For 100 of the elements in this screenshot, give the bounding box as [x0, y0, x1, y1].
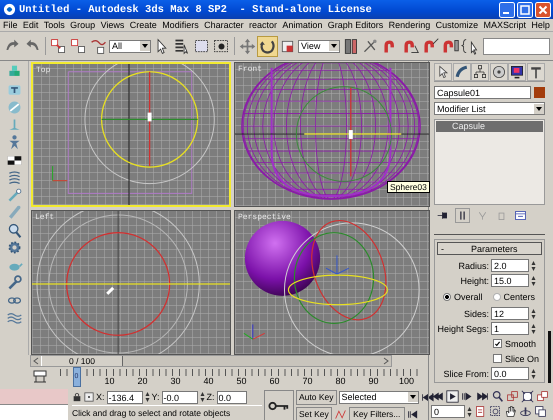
parameter-field[interactable]: 1	[491, 322, 529, 335]
key-time-icon[interactable]	[474, 405, 487, 418]
go-to-end-icon[interactable]	[476, 390, 489, 403]
menu-item[interactable]: Rendering	[388, 20, 430, 30]
link-icon[interactable]	[49, 36, 68, 56]
minimize-icon[interactable]	[499, 2, 515, 18]
parameter-field[interactable]: 12	[491, 307, 529, 320]
coordinate-field[interactable]: -0.0	[162, 390, 198, 404]
checkbox[interactable]	[493, 354, 502, 363]
script-listener-field[interactable]	[0, 389, 68, 405]
named-selection-field[interactable]	[483, 38, 550, 54]
spinner-icon[interactable]	[531, 368, 536, 380]
menu-item[interactable]: File	[3, 20, 18, 30]
frame-number: 20	[136, 375, 148, 388]
dropdown-arrow-icon[interactable]	[408, 392, 418, 402]
key-icon	[268, 400, 290, 410]
spinner-icon[interactable]	[531, 322, 536, 334]
menu-item[interactable]: reactor	[248, 20, 277, 30]
zoom-extents-icon[interactable]	[521, 390, 534, 403]
object-name-field[interactable]: Capsule01	[434, 86, 531, 99]
wand-icon[interactable]	[6, 186, 22, 204]
rotate-icon[interactable]	[258, 36, 277, 56]
pause-icon[interactable]	[455, 208, 470, 223]
coordinate-field[interactable]: -136.4	[106, 390, 143, 404]
menu-item[interactable]: Character	[204, 20, 244, 30]
radio-button[interactable]	[443, 293, 451, 301]
parameter-field[interactable]: 15.0	[491, 274, 529, 287]
menu-item[interactable]: Views	[100, 20, 124, 30]
zoom-extents-all-icon[interactable]	[536, 390, 549, 403]
coordinate-field[interactable]: 0.0	[216, 390, 247, 404]
parameter-label: Sides:	[462, 308, 489, 318]
auto-key-button[interactable]: Auto Key	[296, 390, 336, 404]
script-output-field[interactable]	[0, 405, 68, 420]
wheel-icon[interactable]	[490, 63, 508, 81]
key-curve-icon[interactable]	[334, 408, 347, 420]
modifier-list-dropdown[interactable]: Modifier List	[434, 102, 545, 115]
menu-item[interactable]: Create	[130, 20, 157, 30]
hammer-icon[interactable]	[526, 63, 545, 81]
monitor-icon[interactable]	[508, 63, 526, 81]
dropdown-arrow-icon[interactable]	[140, 41, 150, 51]
previous-key-icon[interactable]	[431, 390, 444, 403]
selection-filter-dropdown[interactable]: All	[109, 40, 151, 52]
radio-button[interactable]	[492, 293, 501, 301]
track-view-icon[interactable]	[32, 370, 48, 384]
zoom-icon[interactable]	[491, 390, 504, 403]
menu-item[interactable]: Edit	[22, 20, 38, 30]
checkbox-label: Smooth	[505, 338, 536, 348]
absolute-mode-icon[interactable]	[84, 392, 94, 402]
frame-number: 70	[301, 375, 314, 388]
maximize-icon[interactable]	[517, 2, 533, 18]
orbit-icon[interactable]	[519, 405, 532, 418]
unlink-icon[interactable]	[69, 36, 88, 56]
stack-item[interactable]: Capsule	[436, 121, 543, 132]
menu-item[interactable]: Help	[531, 20, 550, 30]
reference-coordinate-dropdown[interactable]: View	[298, 40, 340, 52]
object-color-swatch[interactable]	[534, 87, 545, 98]
wrench-icon[interactable]	[6, 274, 22, 291]
maximize-icon[interactable]	[534, 405, 547, 418]
key-mode-dropdown[interactable]: Selected	[338, 390, 418, 404]
scrollbar[interactable]	[548, 331, 551, 383]
time-slider-thumb[interactable]: 0 / 100	[41, 356, 123, 366]
move-icon[interactable]	[238, 36, 257, 56]
hierarchy-icon[interactable]	[471, 63, 490, 81]
parameter-field[interactable]: 0.0	[491, 367, 529, 380]
named-selection-icon[interactable]	[461, 36, 480, 56]
key-filters-button[interactable]: Key Filters...	[348, 406, 405, 420]
parameter-field[interactable]: 2.0	[491, 259, 529, 272]
key-button[interactable]	[264, 390, 294, 420]
checkbox[interactable]	[493, 339, 502, 348]
menu-item[interactable]: Animation	[282, 20, 322, 30]
set-key-button[interactable]: Set Key	[296, 406, 332, 420]
configure-icon[interactable]	[514, 209, 527, 222]
menu-item[interactable]: MAXScript	[483, 20, 526, 30]
region-zoom-icon[interactable]	[489, 405, 502, 418]
lock-icon[interactable]	[72, 392, 82, 402]
menu-item[interactable]: Group	[70, 20, 96, 30]
spinner-icon[interactable]	[531, 308, 536, 320]
menu-item[interactable]: Modifiers	[162, 20, 199, 30]
spinner-icon[interactable]	[531, 260, 536, 272]
frame-field[interactable]: 0	[431, 405, 465, 418]
zoom-all-icon[interactable]	[506, 390, 519, 403]
play-icon[interactable]	[446, 390, 459, 403]
gear-icon[interactable]	[6, 239, 22, 256]
frame-number: 60	[268, 375, 280, 388]
axis-label: Z:	[206, 392, 215, 402]
spinner-icon[interactable]	[531, 274, 536, 286]
time-slider[interactable]: 0 / 100	[30, 355, 392, 367]
frame-number: 30	[169, 375, 182, 388]
next-frame-icon[interactable]	[461, 390, 474, 403]
bent-tube-icon[interactable]	[452, 63, 471, 81]
rollout-header[interactable]: - Parameters	[437, 242, 542, 255]
spinner-icon[interactable]	[467, 406, 472, 418]
menu-item[interactable]: Graph Editors	[328, 20, 384, 30]
viewport-label: Front	[238, 65, 262, 74]
dropdown-arrow-icon[interactable]	[329, 41, 339, 51]
close-icon[interactable]	[535, 2, 551, 18]
hand-icon[interactable]	[504, 405, 517, 418]
menu-item[interactable]: Tools	[44, 20, 65, 30]
dropdown-arrow-icon[interactable]	[534, 104, 544, 114]
menu-item[interactable]: Customize	[436, 20, 478, 30]
